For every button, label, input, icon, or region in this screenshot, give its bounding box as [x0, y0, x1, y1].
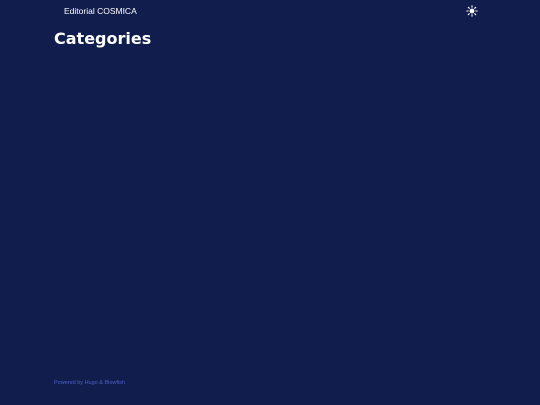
- site-header: Editorial COSMICA: [0, 0, 540, 22]
- sun-icon: [466, 5, 478, 17]
- powered-by-text: Powered by: [54, 380, 85, 386]
- site-footer: Powered by Hugo & Blowfish: [54, 379, 125, 388]
- site-title-link[interactable]: Editorial COSMICA: [64, 5, 137, 17]
- blowfish-link[interactable]: Blowfish: [104, 380, 124, 386]
- page-title: Categories: [54, 29, 152, 48]
- hugo-link[interactable]: Hugo: [85, 380, 98, 386]
- theme-toggle-button[interactable]: [466, 5, 478, 17]
